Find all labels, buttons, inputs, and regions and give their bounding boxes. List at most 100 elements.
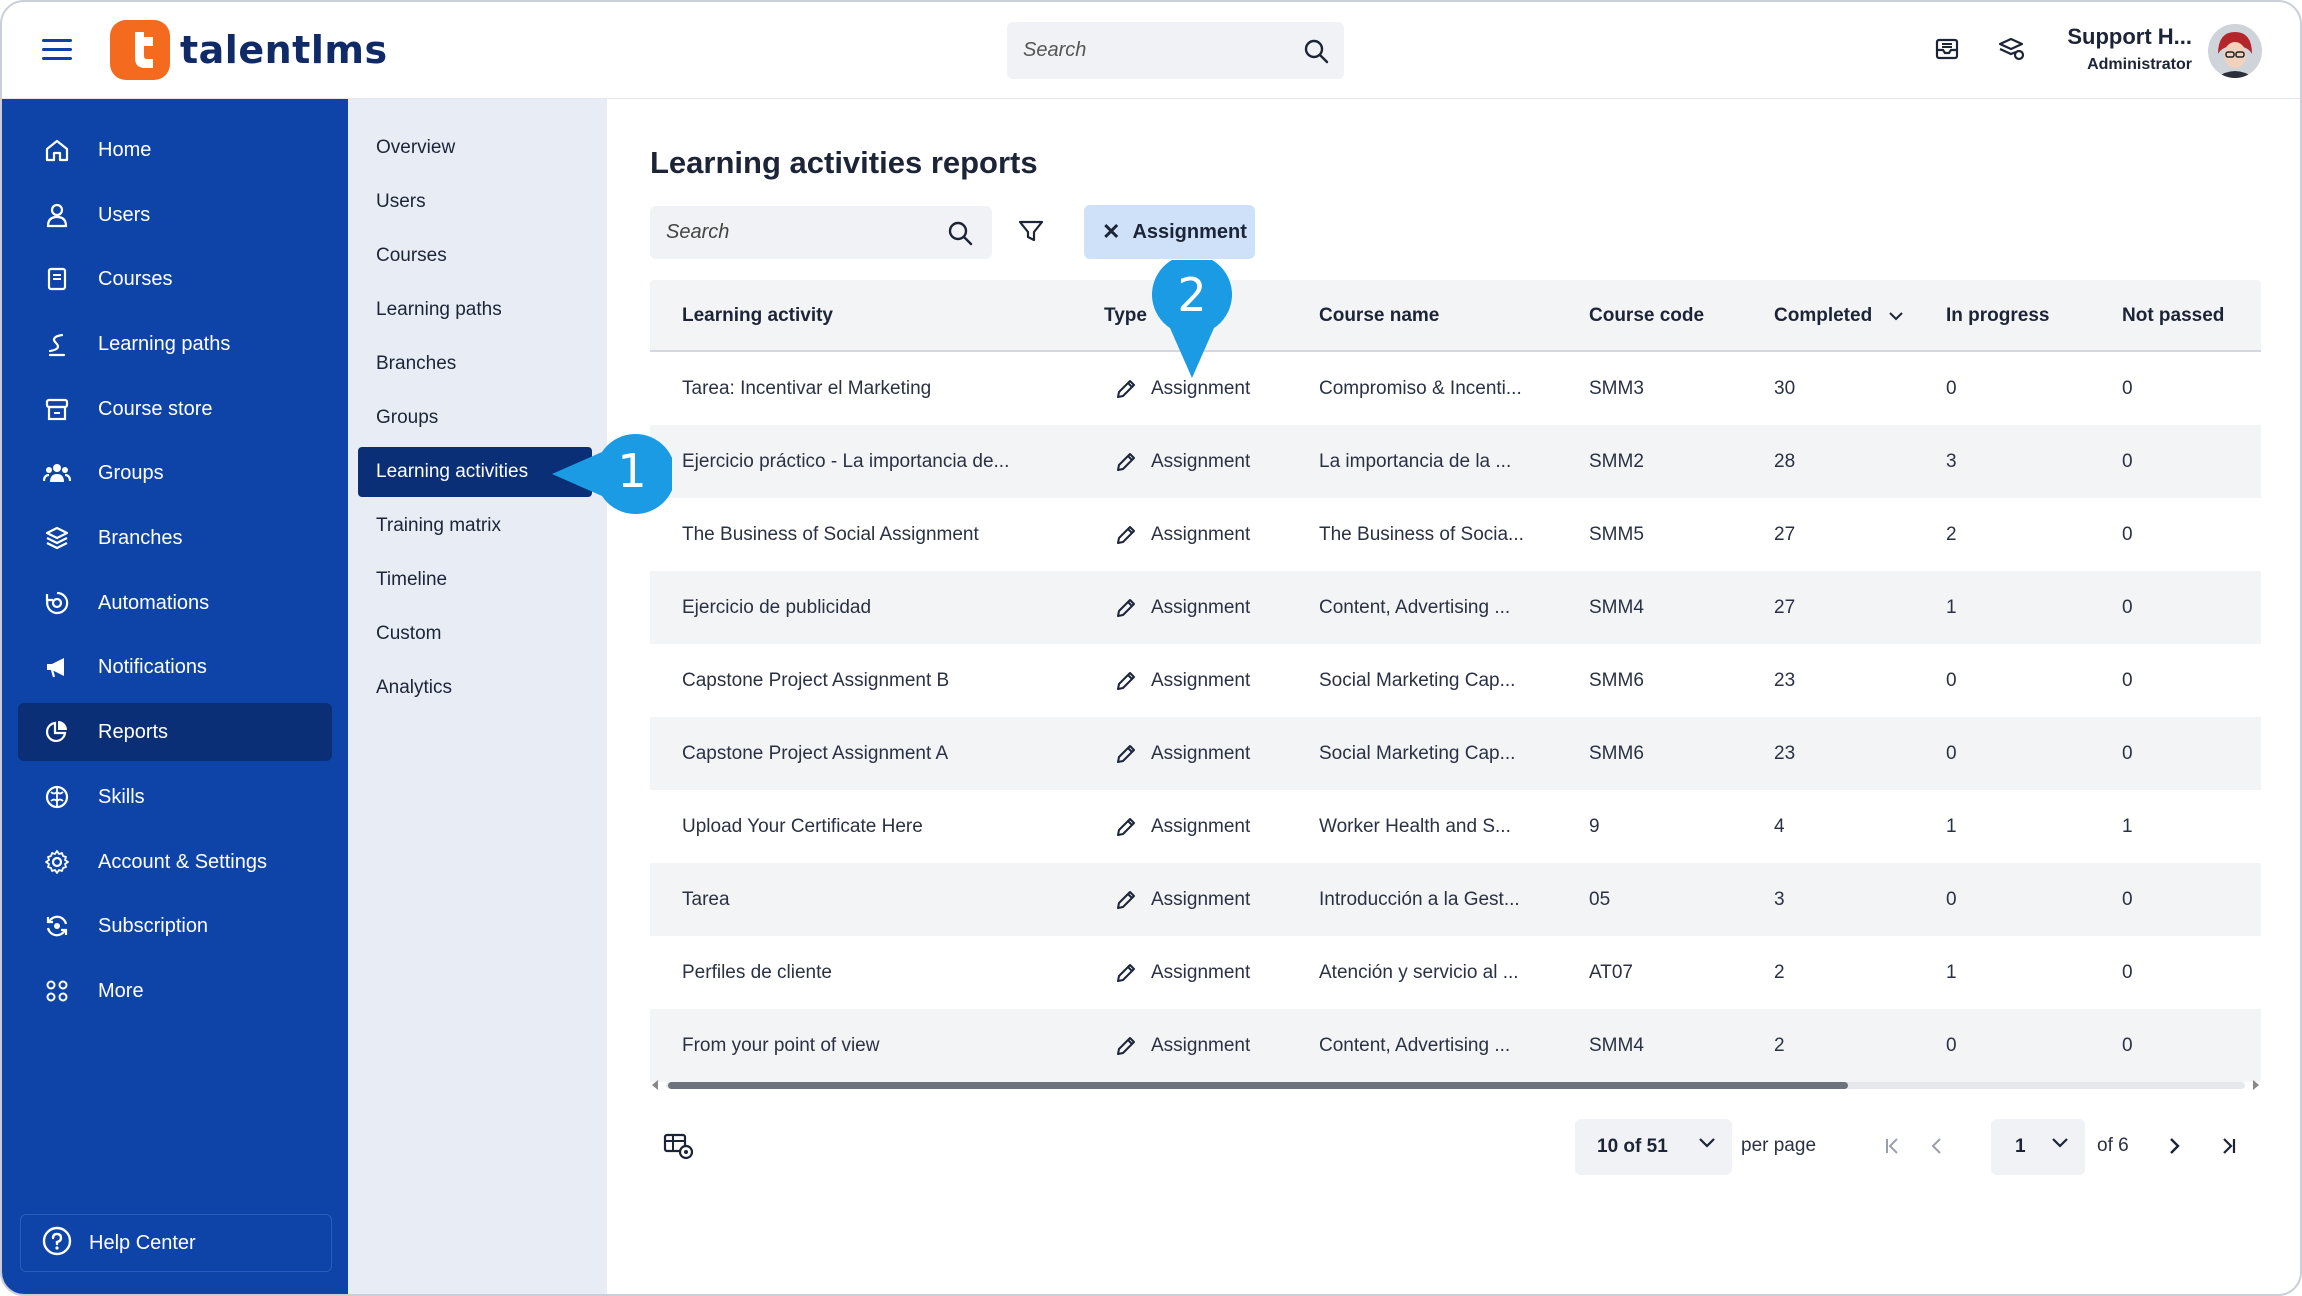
subnav-item-timeline[interactable]: Timeline <box>358 555 592 605</box>
cell-not-passed: 0 <box>2122 669 2133 691</box>
callout-number: 1 <box>617 444 647 498</box>
table-row[interactable]: Ejercicio de publicidad Assignment Conte… <box>650 571 2261 644</box>
sidebar-item-account-settings[interactable]: Account & Settings <box>18 833 332 891</box>
avatar[interactable] <box>2208 24 2262 78</box>
help-center-button[interactable]: Help Center <box>20 1214 332 1272</box>
table-search-input[interactable] <box>650 206 930 259</box>
brand-logo[interactable]: talentlms <box>110 20 388 80</box>
page-number-select[interactable]: 1 <box>1991 1119 2085 1175</box>
column-settings-icon[interactable] <box>662 1132 696 1162</box>
table-row[interactable]: Capstone Project Assignment B Assignment… <box>650 644 2261 717</box>
book-icon <box>42 264 72 294</box>
cell-learning-activity[interactable]: Tarea <box>682 863 730 936</box>
subnav-item-analytics[interactable]: Analytics <box>358 663 592 713</box>
subnav-item-overview[interactable]: Overview <box>358 123 592 173</box>
subnav-item-users[interactable]: Users <box>358 177 592 227</box>
per-page-select[interactable]: 10 of 51 <box>1575 1119 1732 1175</box>
table-row[interactable]: Tarea Assignment Introducción a la Gest.… <box>650 863 2261 936</box>
user-menu[interactable]: Support H... Administrator <box>2067 24 2192 74</box>
previous-page-icon[interactable] <box>1921 1129 1951 1163</box>
sidebar-item-learning-paths[interactable]: Learning paths <box>18 315 332 373</box>
sidebar-item-home[interactable]: Home <box>18 121 332 179</box>
table-row[interactable]: Ejercicio práctico - La importancia de..… <box>650 425 2261 498</box>
column-header-learning-activity[interactable]: Learning activity <box>682 280 833 352</box>
subnav-item-custom[interactable]: Custom <box>358 609 592 659</box>
sidebar-item-more[interactable]: More <box>18 962 332 1020</box>
cell-learning-activity[interactable]: From your point of view <box>682 1009 879 1082</box>
activities-table: Learning activity Type Course name Cours… <box>650 280 2261 1082</box>
cell-learning-activity[interactable]: Capstone Project Assignment A <box>682 717 948 790</box>
cell-in-progress: 2 <box>1946 523 1957 545</box>
sidebar-item-skills[interactable]: Skills <box>18 768 332 826</box>
table-row[interactable]: Perfiles de cliente Assignment Atención … <box>650 936 2261 1009</box>
cell-learning-activity[interactable]: Capstone Project Assignment B <box>682 644 949 717</box>
scrollbar-thumb[interactable] <box>668 1082 1848 1089</box>
sidebar-item-courses[interactable]: Courses <box>18 250 332 308</box>
cell-type: Assignment <box>1115 571 1250 644</box>
filter-icon[interactable] <box>1017 217 1047 247</box>
subnav-item-courses[interactable]: Courses <box>358 231 592 281</box>
hamburger-menu-icon[interactable] <box>42 39 72 63</box>
total-pages-label: of 6 <box>2097 1135 2129 1156</box>
automation-icon <box>42 588 72 618</box>
horizontal-scrollbar[interactable] <box>650 1079 2261 1091</box>
cell-course-code: SMM4 <box>1589 1034 1644 1056</box>
table-search[interactable] <box>650 206 992 259</box>
cell-type-label: Assignment <box>1151 669 1251 691</box>
cell-type: Assignment <box>1115 790 1250 863</box>
next-page-icon[interactable] <box>2160 1129 2190 1163</box>
cell-learning-activity[interactable]: Tarea: Incentivar el Marketing <box>682 352 931 425</box>
column-header-type[interactable]: Type <box>1104 280 1147 352</box>
scroll-right-arrow-icon[interactable] <box>2253 1080 2259 1090</box>
table-row[interactable]: Tarea: Incentivar el Marketing Assignmen… <box>650 352 2261 425</box>
sidebar-item-course-store[interactable]: Course store <box>18 380 332 438</box>
cell-completed: 4 <box>1774 815 1785 837</box>
sidebar-item-label: Account & Settings <box>98 850 267 873</box>
scroll-left-arrow-icon[interactable] <box>652 1080 658 1090</box>
table-row[interactable]: Capstone Project Assignment A Assignment… <box>650 717 2261 790</box>
filter-chip-assignment[interactable]: ✕ Assignment <box>1084 205 1255 259</box>
close-icon[interactable]: ✕ <box>1102 219 1120 245</box>
cell-completed: 30 <box>1774 377 1796 399</box>
global-search-input[interactable] <box>1007 22 1267 79</box>
cell-learning-activity[interactable]: Perfiles de cliente <box>682 936 832 1009</box>
inbox-icon[interactable] <box>1932 34 1962 64</box>
sidebar-item-automations[interactable]: Automations <box>18 574 332 632</box>
cell-in-progress: 1 <box>1946 961 1957 983</box>
cell-course-code: SMM6 <box>1589 669 1644 691</box>
search-icon[interactable] <box>1302 37 1330 70</box>
subnav-item-learning-paths[interactable]: Learning paths <box>358 285 592 335</box>
column-header-course-code[interactable]: Course code <box>1589 280 1704 352</box>
column-header-in-progress[interactable]: In progress <box>1946 280 2049 352</box>
column-header-completed[interactable]: Completed <box>1774 280 1904 352</box>
global-search[interactable] <box>1007 22 1344 79</box>
main-content: Learning activities reports ✕ Assignment… <box>607 99 2300 1294</box>
sidebar-item-branches[interactable]: Branches <box>18 509 332 567</box>
sidebar-item-reports[interactable]: Reports <box>18 703 332 761</box>
callout-number: 2 <box>1177 268 1207 322</box>
cell-course-code: SMM5 <box>1589 523 1644 545</box>
subnav-item-branches[interactable]: Branches <box>358 339 592 389</box>
cell-learning-activity[interactable]: Ejercicio práctico - La importancia de..… <box>682 425 1009 498</box>
user-icon <box>42 200 72 230</box>
help-icon <box>41 1225 73 1262</box>
cell-type-label: Assignment <box>1151 523 1251 545</box>
cell-learning-activity[interactable]: Upload Your Certificate Here <box>682 790 923 863</box>
cell-course-name: Content, Advertising ... <box>1319 596 1511 618</box>
sidebar-item-subscription[interactable]: Subscription <box>18 897 332 955</box>
first-page-icon[interactable] <box>1877 1129 1907 1163</box>
search-icon[interactable] <box>946 219 974 252</box>
sidebar-item-notifications[interactable]: Notifications <box>18 638 332 696</box>
table-row[interactable]: The Business of Social Assignment Assign… <box>650 498 2261 571</box>
sidebar-item-users[interactable]: Users <box>18 186 332 244</box>
column-header-course-name[interactable]: Course name <box>1319 280 1439 352</box>
role-switch-icon[interactable] <box>1996 34 2026 64</box>
cell-learning-activity[interactable]: The Business of Social Assignment <box>682 498 979 571</box>
table-row[interactable]: From your point of view Assignment Conte… <box>650 1009 2261 1082</box>
cell-learning-activity[interactable]: Ejercicio de publicidad <box>682 571 871 644</box>
pencil-icon <box>1117 525 1135 544</box>
sidebar-item-groups[interactable]: Groups <box>18 444 332 502</box>
column-header-not-passed[interactable]: Not passed <box>2122 280 2224 352</box>
last-page-icon[interactable] <box>2214 1129 2244 1163</box>
table-row[interactable]: Upload Your Certificate Here Assignment … <box>650 790 2261 863</box>
